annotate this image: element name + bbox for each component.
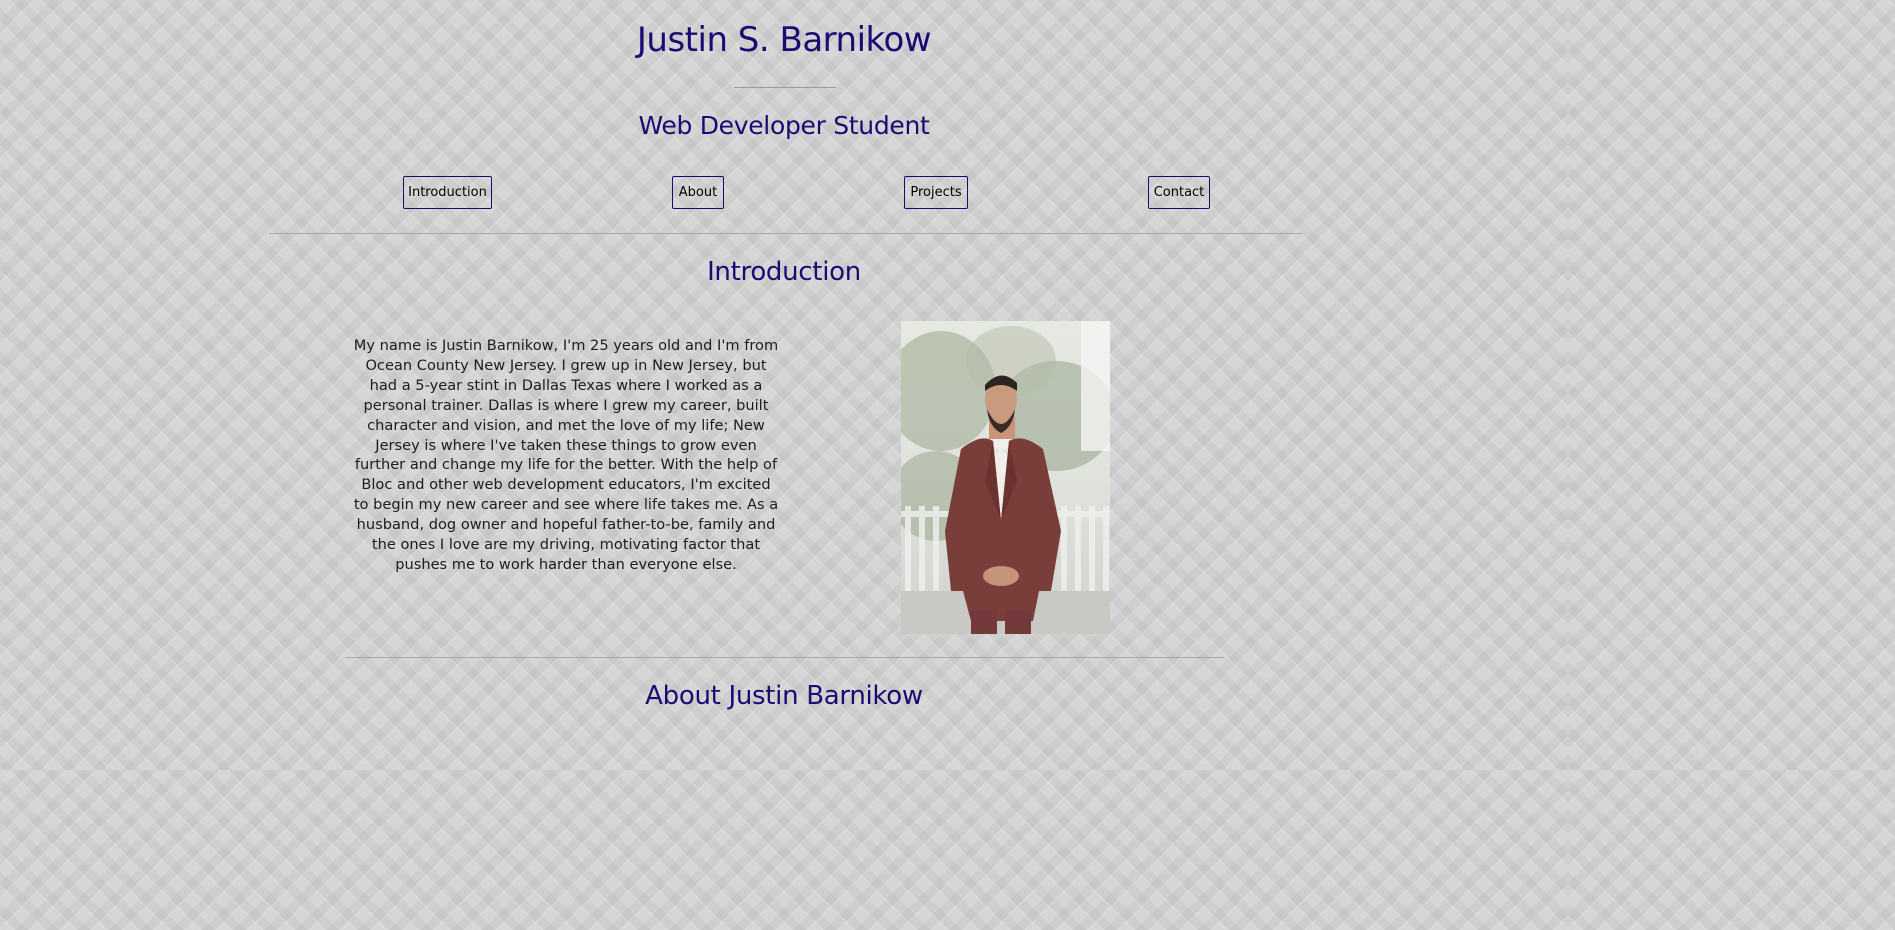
introduction-heading: Introduction bbox=[707, 257, 861, 287]
section-divider bbox=[346, 657, 1224, 658]
site-title: Justin S. Barnikow bbox=[636, 20, 932, 60]
nav-contact-button[interactable]: Contact bbox=[1148, 176, 1210, 209]
introduction-paragraph: My name is Justin Barnikow, I'm 25 years… bbox=[353, 337, 779, 573]
nav-about-button[interactable]: About bbox=[672, 176, 724, 209]
nav-divider bbox=[269, 233, 1302, 234]
title-divider bbox=[734, 87, 836, 88]
about-heading: About Justin Barnikow bbox=[645, 681, 923, 711]
profile-photo bbox=[901, 321, 1110, 634]
site-tagline: Web Developer Student bbox=[638, 111, 930, 140]
nav-introduction-button[interactable]: Introduction bbox=[403, 176, 492, 209]
nav-projects-button[interactable]: Projects bbox=[904, 176, 968, 209]
